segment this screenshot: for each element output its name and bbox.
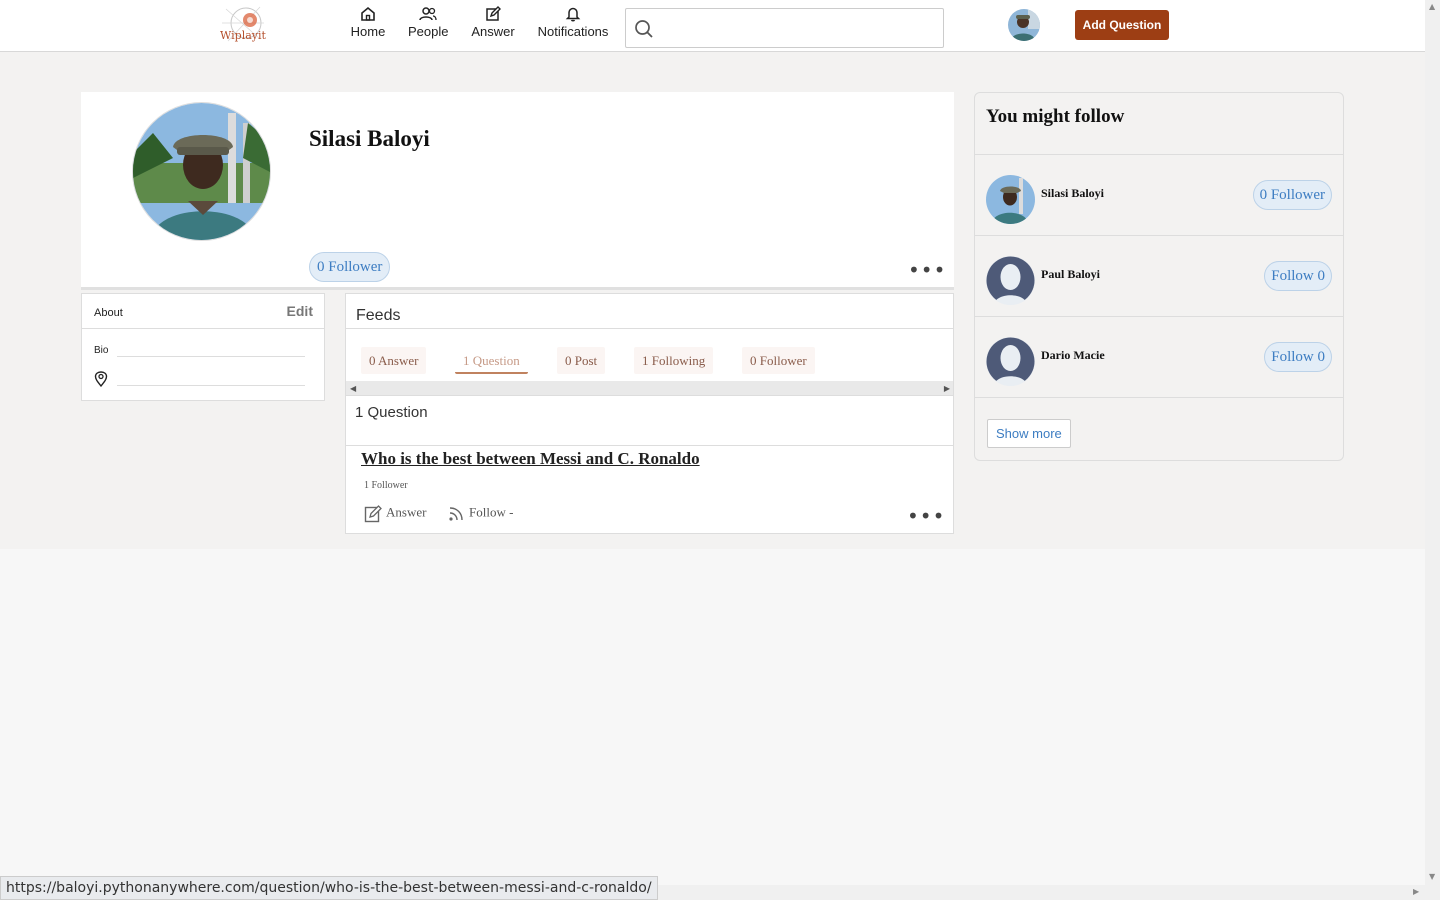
follow-button[interactable]: 0 Follower <box>1252 180 1332 210</box>
location-field[interactable] <box>117 385 305 386</box>
site-logo[interactable]: Wiplayit <box>220 3 266 47</box>
search-box[interactable] <box>625 8 944 48</box>
suggestion-name[interactable]: Paul Baloyi <box>1041 267 1100 282</box>
edit-icon <box>486 6 501 21</box>
link-status-bar: https://baloyi.pythonanywhere.com/questi… <box>0 876 658 900</box>
question-section-title: 1 Question <box>355 404 428 421</box>
suggestion-name[interactable]: Silasi Baloyi <box>1041 186 1104 201</box>
question-more-icon[interactable]: ••• <box>907 506 945 526</box>
tab-answers[interactable]: 0 Answer <box>361 347 427 374</box>
bio-label: Bio <box>94 345 109 356</box>
avatar[interactable] <box>986 256 1035 305</box>
profile-photo-image <box>133 103 270 240</box>
suggestion-row: Silasi Baloyi 0 Follower <box>975 154 1343 235</box>
nav-home-label: Home <box>350 24 386 39</box>
profile-header: Silasi Baloyi 0 Follower ••• <box>81 92 954 290</box>
question-link[interactable]: Who is the best between Messi and C. Ron… <box>361 449 700 469</box>
profile-photo[interactable] <box>132 102 271 241</box>
tabs-scrollbar[interactable]: ◀ ▶ <box>346 381 953 396</box>
default-avatar-icon <box>986 337 1035 386</box>
question-followers: 1 Follower <box>364 480 408 491</box>
nav-notifications[interactable]: Notifications <box>537 6 609 39</box>
follow-question-label: Follow - <box>469 504 514 520</box>
avatar[interactable] <box>986 337 1035 386</box>
feeds-title: Feeds <box>356 307 401 324</box>
suggestions-title: You might follow <box>986 106 1125 127</box>
nav-answer-label: Answer <box>471 24 515 39</box>
divider <box>346 445 953 446</box>
search-input[interactable] <box>662 15 932 41</box>
nav-people-label: People <box>408 24 449 39</box>
tab-followers[interactable]: 0 Follower <box>742 347 815 374</box>
follow-question-button[interactable]: Follow - <box>447 504 513 523</box>
feeds-panel: Feeds 0 Answer 1 Question 0 Post 1 Follo… <box>345 293 954 534</box>
scroll-left-icon[interactable]: ◀ <box>350 384 356 393</box>
nav-home[interactable]: Home <box>350 6 386 39</box>
location-pin-icon <box>94 371 108 387</box>
page-vertical-scrollbar[interactable]: ▲ ▼ <box>1425 0 1440 885</box>
about-header: About Edit <box>82 294 324 329</box>
answer-button-label: Answer <box>386 504 427 520</box>
logo-text: Wiplayit <box>220 29 266 42</box>
profile-name: Silasi Baloyi <box>309 126 430 151</box>
nav-answer[interactable]: Answer <box>471 6 515 39</box>
answer-button[interactable]: Answer <box>364 504 426 523</box>
search-icon <box>635 20 653 38</box>
nav-notifications-label: Notifications <box>537 24 609 39</box>
default-avatar-icon <box>986 256 1035 305</box>
scroll-up-icon[interactable]: ▲ <box>1429 2 1435 11</box>
about-box: About Edit Bio <box>81 293 325 401</box>
suggestions-card: You might follow Silasi Baloyi 0 Followe… <box>974 92 1344 461</box>
tab-questions[interactable]: 1 Question <box>455 347 528 374</box>
about-title: About <box>94 307 123 319</box>
suggestion-name[interactable]: Dario Macie <box>1041 348 1105 363</box>
avatar[interactable] <box>986 175 1035 224</box>
scroll-right-icon[interactable]: ▶ <box>944 384 950 393</box>
home-icon <box>361 6 375 21</box>
divider <box>346 328 953 329</box>
scroll-right-icon[interactable]: ▶ <box>1413 887 1419 896</box>
avatar-photo <box>986 175 1035 224</box>
rss-icon <box>449 507 463 521</box>
suggestion-row: Paul Baloyi Follow 0 <box>975 235 1343 316</box>
scroll-down-icon[interactable]: ▼ <box>1429 872 1435 881</box>
top-navbar: Wiplayit Home People Answer Notification… <box>0 0 1425 52</box>
follow-button[interactable]: Follow 0 <box>1264 261 1332 291</box>
about-edit-button[interactable]: Edit <box>287 303 313 319</box>
avatar-photo <box>1008 9 1040 41</box>
edit-icon <box>364 505 382 523</box>
follow-button[interactable]: Follow 0 <box>1264 342 1332 372</box>
show-more-button[interactable]: Show more <box>987 419 1071 448</box>
profile-follower-button[interactable]: 0 Follower <box>309 252 391 282</box>
divider <box>975 397 1343 398</box>
people-icon <box>419 7 437 21</box>
profile-more-icon[interactable]: ••• <box>908 260 946 280</box>
tab-following[interactable]: 1 Following <box>634 347 714 374</box>
lower-area <box>0 549 1425 885</box>
nav-people[interactable]: People <box>408 6 448 39</box>
bell-icon <box>565 7 581 22</box>
tab-posts[interactable]: 0 Post <box>557 347 606 374</box>
bio-field[interactable] <box>117 356 305 357</box>
user-avatar[interactable] <box>1008 9 1040 41</box>
suggestion-row: Dario Macie Follow 0 <box>975 316 1343 397</box>
add-question-button[interactable]: Add Question <box>1075 10 1169 40</box>
